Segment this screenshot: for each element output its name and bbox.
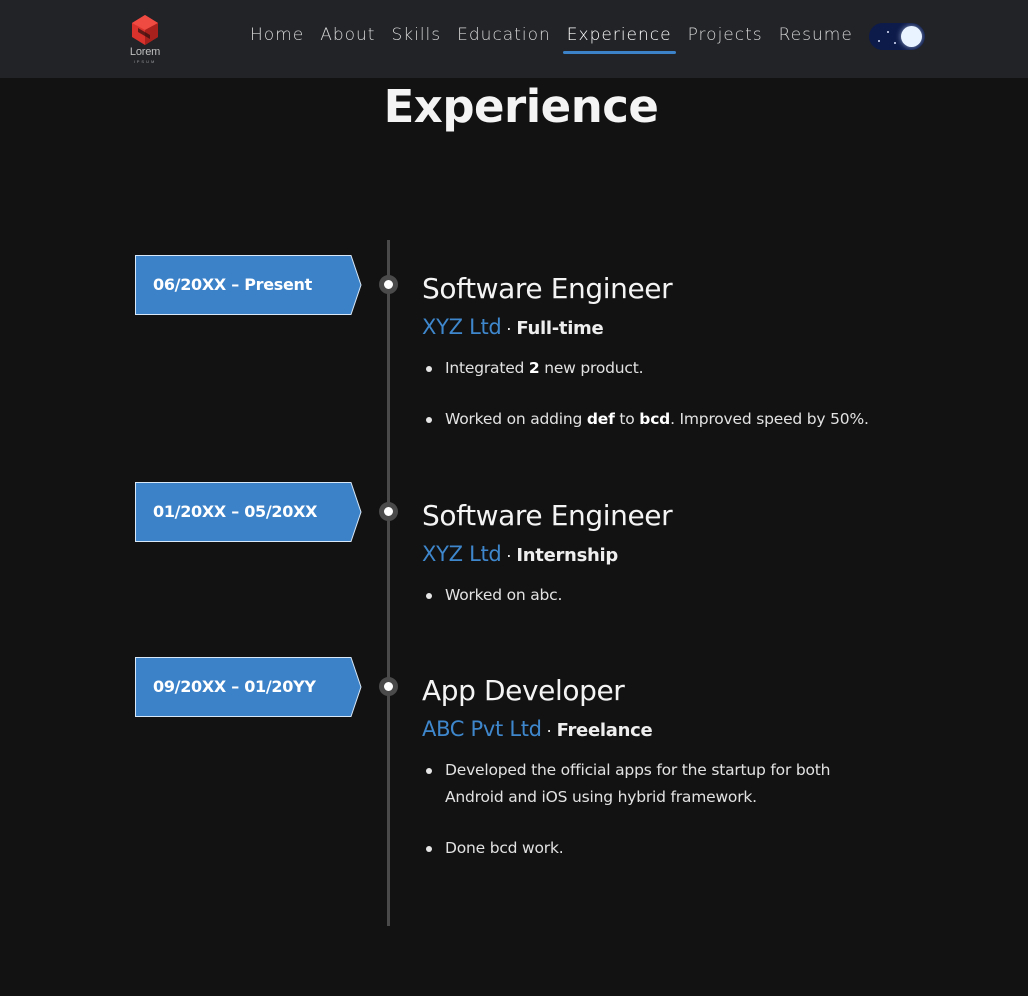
star-icon <box>887 31 889 33</box>
timeline-dot <box>379 502 398 521</box>
experience-entry: App Developer ABC Pvt Ltd · Freelance De… <box>422 674 942 886</box>
employment-type: Internship <box>516 545 618 566</box>
experience-entry: Software Engineer XYZ Ltd · Internship W… <box>422 499 942 633</box>
nav-home[interactable]: Home <box>242 22 312 51</box>
employment-type: Full-time <box>516 318 604 339</box>
job-meta: XYZ Ltd · Full-time <box>422 314 942 343</box>
moon-icon <box>901 26 922 47</box>
job-bullet: Worked on abc. <box>422 582 942 609</box>
job-title: Software Engineer <box>422 499 673 532</box>
job-bullet: Developed the official apps for the star… <box>422 757 862 811</box>
job-meta: XYZ Ltd · Internship <box>422 541 942 570</box>
logo-subtext: IPSUM <box>133 59 157 64</box>
company-name: ABC Pvt Ltd <box>422 717 542 741</box>
date-range: 06/20XX – Present <box>153 275 312 294</box>
meta-separator: · <box>546 720 553 740</box>
timeline-dot <box>379 677 398 696</box>
experience-entry: Software Engineer XYZ Ltd · Full-time In… <box>422 272 942 457</box>
company-name: XYZ Ltd <box>422 315 502 339</box>
job-bullet: Integrated 2 new product. <box>422 355 942 382</box>
nav-menu: Home About Skills Education Experience P… <box>242 22 861 54</box>
job-bullets: Worked on abc. <box>422 582 942 609</box>
date-range: 01/20XX – 05/20XX <box>153 502 318 521</box>
meta-separator: · <box>505 545 512 565</box>
timeline-line <box>387 240 390 926</box>
employment-type: Freelance <box>556 720 653 741</box>
date-tag: 09/20XX – 01/20YY <box>135 657 362 717</box>
page-title: Experience <box>383 80 659 133</box>
theme-toggle[interactable] <box>869 23 925 50</box>
job-title: Software Engineer <box>422 272 673 305</box>
date-tag: 01/20XX – 05/20XX <box>135 482 362 542</box>
date-range: 09/20XX – 01/20YY <box>153 677 316 696</box>
brand-logo[interactable]: Lorem IPSUM <box>124 14 166 66</box>
nav-experience[interactable]: Experience <box>559 22 680 54</box>
meta-separator: · <box>505 318 512 338</box>
job-bullets: Developed the official apps for the star… <box>422 757 942 862</box>
job-bullets: Integrated 2 new product. Worked on addi… <box>422 355 942 433</box>
star-icon <box>894 42 896 44</box>
nav-about[interactable]: About <box>312 22 383 51</box>
nav-projects[interactable]: Projects <box>680 22 771 51</box>
nav-skills[interactable]: Skills <box>383 22 449 51</box>
nav-education[interactable]: Education <box>449 22 559 51</box>
company-name: XYZ Ltd <box>422 542 502 566</box>
cube-logo-icon <box>132 15 158 45</box>
star-icon <box>878 40 880 42</box>
logo-text: Lorem <box>129 46 161 58</box>
job-title: App Developer <box>422 674 625 707</box>
job-bullet: Done bcd work. <box>422 835 942 862</box>
navbar: Lorem IPSUM Home About Skills Education … <box>0 0 1028 78</box>
job-bullet: Worked on adding def to bcd. Improved sp… <box>422 406 942 433</box>
date-tag: 06/20XX – Present <box>135 255 362 315</box>
timeline-dot <box>379 275 398 294</box>
job-meta: ABC Pvt Ltd · Freelance <box>422 716 942 745</box>
nav-resume[interactable]: Resume <box>771 22 861 51</box>
